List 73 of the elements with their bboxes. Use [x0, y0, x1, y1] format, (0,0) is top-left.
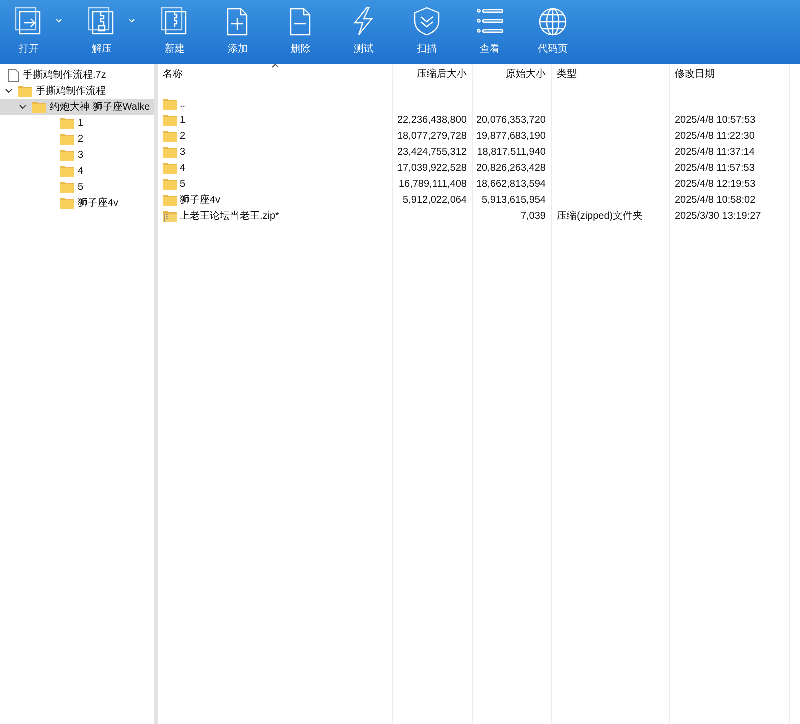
toolbar-button[interactable]: 添加: [219, 6, 257, 56]
folder-icon: [60, 181, 74, 193]
folder-icon: [163, 146, 177, 158]
table-cell: 22,236,438,800: [397, 114, 467, 126]
column-header[interactable]: 名称: [158, 64, 393, 84]
toolbar-button[interactable]: 查看: [471, 6, 509, 56]
tree-item[interactable]: 手撕鸡制作流程.7z: [0, 67, 154, 83]
column-header[interactable]: 类型: [552, 64, 670, 84]
tree-item[interactable]: 5: [0, 179, 154, 195]
folder-icon: [163, 162, 177, 174]
tree-item[interactable]: 4: [0, 163, 154, 179]
file-row-name[interactable]: 上老王论坛当老王.zip*: [158, 208, 393, 224]
file-row-name[interactable]: 1: [158, 112, 393, 128]
table-cell: 2025/4/8 11:37:14: [675, 146, 755, 158]
file-row-name[interactable]: 3: [158, 144, 393, 160]
table-cell: 2025/4/8 10:57:53: [675, 114, 756, 126]
folder-icon: [60, 133, 74, 145]
file-icon: [8, 68, 19, 82]
folder-icon: [60, 149, 74, 161]
table-cell: 5,913,615,954: [482, 194, 546, 206]
table-cell: 7,039: [520, 210, 546, 222]
toolbar-button[interactable]: 新建: [156, 6, 194, 56]
toolbar-button[interactable]: 删除: [282, 6, 320, 56]
table-cell: 18,662,813,594: [476, 178, 546, 190]
sort-icon: [272, 64, 279, 68]
caret-icon[interactable]: [56, 19, 62, 23]
tree-item[interactable]: 手撕鸡制作流程: [0, 83, 154, 99]
table-cell: 23,424,755,312: [397, 146, 467, 158]
folder-icon: [163, 98, 177, 110]
table-cell: 20,076,353,720: [476, 114, 546, 126]
table-cell: 5,912,022,064: [403, 194, 467, 206]
globe-icon: [537, 6, 569, 38]
column-header[interactable]: 压缩后大小: [393, 64, 473, 84]
table-cell: 18,077,279,728: [397, 130, 467, 142]
tree-item[interactable]: 3: [0, 147, 154, 163]
table-cell: 19,877,683,190: [476, 130, 546, 142]
table-cell: 16,789,111,408: [398, 178, 467, 190]
caret-icon[interactable]: [129, 19, 135, 23]
toolbar-button[interactable]: 测试: [345, 6, 383, 56]
toolbar-button[interactable]: 代码页: [534, 6, 572, 56]
tree-item[interactable]: 2: [0, 131, 154, 147]
folder-icon: [18, 85, 32, 97]
table-cell-text: 压缩(zipped)文件夹: [557, 210, 644, 223]
file-row-name[interactable]: 5: [158, 176, 393, 192]
folder-icon: [60, 165, 74, 177]
file-row-name[interactable]: 4: [158, 160, 393, 176]
column-header[interactable]: 原始大小: [473, 64, 552, 84]
folder-icon: [60, 197, 74, 209]
table-cell: 2025/4/8 12:19:53: [675, 178, 756, 190]
table-cell: 2025/3/30 13:19:27: [675, 210, 762, 222]
toolbar-button[interactable]: 扫描: [408, 6, 446, 56]
file-row-name[interactable]: 狮子座4v: [158, 192, 393, 208]
toolbar-button[interactable]: 解压: [83, 6, 133, 56]
table-cell: 2025/4/8 10:58:02: [675, 194, 756, 206]
tree-item[interactable]: 狮子座4v: [0, 195, 154, 211]
folder-icon: [32, 101, 46, 113]
file-row-name[interactable]: ..: [158, 96, 393, 112]
table-cell: 17,039,922,528: [397, 162, 467, 174]
folder-icon: [163, 114, 177, 126]
folder-icon: [163, 178, 177, 190]
tree-item[interactable]: 1: [0, 115, 154, 131]
tree-item[interactable]: 约炮大神 狮子座Walke: [0, 99, 154, 115]
column-header[interactable]: 修改日期: [670, 64, 790, 84]
folder-icon: [163, 194, 177, 206]
table-cell: 20,826,263,428: [476, 162, 546, 174]
toolbar-button[interactable]: 打开: [10, 6, 60, 56]
file-row-name[interactable]: 2: [158, 128, 393, 144]
folder-icon: [60, 117, 74, 129]
table-cell: 18,817,511,940: [477, 146, 546, 158]
table-cell: 2025/4/8 11:22:30: [675, 130, 755, 142]
table-cell: 2025/4/8 11:57:53: [675, 162, 755, 174]
zip-folder-icon: [163, 210, 177, 222]
folder-icon: [163, 130, 177, 142]
